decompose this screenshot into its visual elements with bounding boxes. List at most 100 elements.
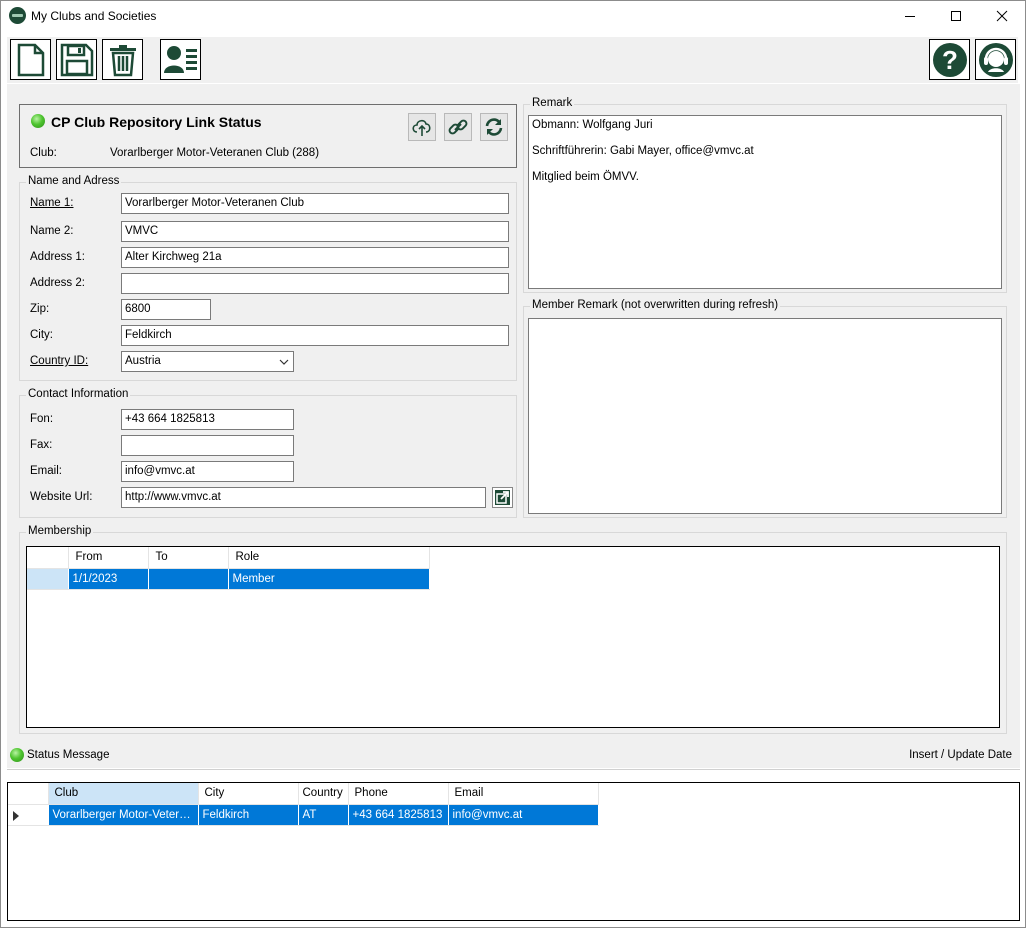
address2-label: Address 2: [30,277,85,289]
new-document-icon [17,43,44,76]
delete-icon [109,44,136,76]
close-icon [996,10,1008,22]
maximize-button[interactable] [933,1,979,31]
main-form-panel: CP Club Repository Link Status Club: Vor… [7,84,1020,744]
remark-line: Schriftführerin: Gabi Mayer, office@vmvc… [532,145,754,157]
column-header-to[interactable]: To [148,547,229,569]
membership-role-cell[interactable]: Member [228,568,430,590]
support-headset-icon [978,42,1013,77]
email-label: Email: [30,465,62,477]
name1-field[interactable]: Vorarlberger Motor-Veteranen Club [121,193,509,214]
city-cell[interactable]: Feldkirch [198,804,299,826]
zip-label: Zip: [30,303,50,315]
contact-card-button[interactable] [160,39,201,80]
upload-button[interactable] [408,113,436,141]
membership-group-title: Membership [26,525,94,537]
splitter[interactable] [7,769,1020,770]
club-label: Club: [30,147,57,159]
row-header-corner [8,783,49,805]
app-logo-icon [9,7,26,24]
country-cell[interactable]: AT [298,804,349,826]
member-remark-group-title: Member Remark (not overwritten during re… [530,299,781,311]
remark-group-title: Remark [530,97,575,109]
status-message: Status Message [27,749,110,761]
status-bar: Status Message Insert / Update Date [7,744,1020,768]
minimize-icon [905,16,915,17]
link-status-title: CP Club Repository Link Status [51,114,262,130]
row-header[interactable] [27,568,69,590]
chevron-down-icon [279,359,289,365]
fax-field[interactable] [121,435,294,456]
contact-group-title: Contact Information [26,388,131,400]
external-link-icon [495,490,510,505]
column-header-club[interactable]: Club [48,783,199,805]
club-value: Vorarlberger Motor-Veteranen Club (288) [110,147,320,159]
member-remark-textarea[interactable] [528,318,1002,514]
save-button[interactable] [56,39,97,80]
name2-field[interactable]: VMVC [121,221,509,242]
club-cell[interactable]: Vorarlberger Motor-Veteranen Club [48,804,199,826]
link-status-indicator-icon [31,114,45,128]
cloud-upload-icon [412,119,431,136]
address1-field[interactable]: Alter Kirchweg 21a [121,247,509,268]
help-button[interactable]: ? [929,39,970,80]
website-label: Website Url: [30,491,93,503]
country-select[interactable]: Austria [121,351,294,372]
fon-label: Fon: [30,413,54,425]
window-title: My Clubs and Societies [31,9,157,23]
column-header-from[interactable]: From [68,547,149,569]
delete-button[interactable] [102,39,143,80]
refresh-button[interactable] [480,113,508,141]
phone-cell[interactable]: +43 664 1825813 [348,804,449,826]
row-header[interactable] [8,804,49,826]
chain-link-icon [448,119,468,135]
column-header-city[interactable]: City [198,783,299,805]
address2-field[interactable] [121,273,509,294]
current-row-arrow-icon [13,810,19,821]
insert-update-date: Insert / Update Date [909,749,1012,761]
link-status-box: CP Club Repository Link Status Club: Vor… [19,104,517,168]
remark-line: Mitglied beim ÖMVV. [532,171,639,183]
title-bar: My Clubs and Societies [1,1,1025,31]
membership-grid-header: From To Role [27,547,430,569]
membership-from-cell[interactable]: 1/1/2023 [68,568,149,590]
name2-label: Name 2: [30,225,74,237]
membership-to-cell[interactable] [148,568,229,590]
email-field[interactable]: info@vmvc.at [121,461,294,482]
city-field[interactable]: Feldkirch [121,325,509,346]
name-address-group-title: Name and Adress [26,175,122,187]
new-button[interactable] [10,39,51,80]
column-header-email[interactable]: Email [448,783,599,805]
help-icon: ? [932,42,967,77]
refresh-icon [485,118,503,136]
email-cell[interactable]: info@vmvc.at [448,804,599,826]
country-select-value: Austria [125,355,161,367]
column-header-role[interactable]: Role [228,547,430,569]
membership-grid[interactable]: From To Role 1/1/2023 Member [26,546,1000,728]
save-icon [60,43,93,76]
website-field[interactable]: http://www.vmvc.at [121,487,486,508]
open-website-button[interactable] [492,487,513,508]
column-header-country[interactable]: Country [298,783,349,805]
name1-label: Name 1: [30,197,74,209]
link-button[interactable] [444,113,472,141]
column-header-phone[interactable]: Phone [348,783,449,805]
remark-line: Obmann: Wolfgang Juri [532,119,653,131]
table-row[interactable]: 1/1/2023 Member [27,568,430,590]
zip-field[interactable]: 6800 [121,299,211,320]
toolbar: ? [7,37,1018,83]
country-label: Country ID: [30,355,89,367]
clubs-grid-header: Club City Country Phone Email [8,783,599,805]
fon-field[interactable]: +43 664 1825813 [121,409,294,430]
clubs-grid[interactable]: Club City Country Phone Email Vorarlberg… [7,782,1020,921]
fax-label: Fax: [30,439,53,451]
status-indicator-icon [10,748,24,762]
minimize-button[interactable] [887,1,933,31]
support-button[interactable] [975,39,1016,80]
close-button[interactable] [979,1,1025,31]
table-row[interactable]: Vorarlberger Motor-Veteranen Club Feldki… [8,804,599,826]
remark-textarea[interactable]: Obmann: Wolfgang Juri Schriftführerin: G… [528,115,1002,289]
city-label: City: [30,329,53,341]
row-header-corner [27,547,69,569]
address1-label: Address 1: [30,251,85,263]
